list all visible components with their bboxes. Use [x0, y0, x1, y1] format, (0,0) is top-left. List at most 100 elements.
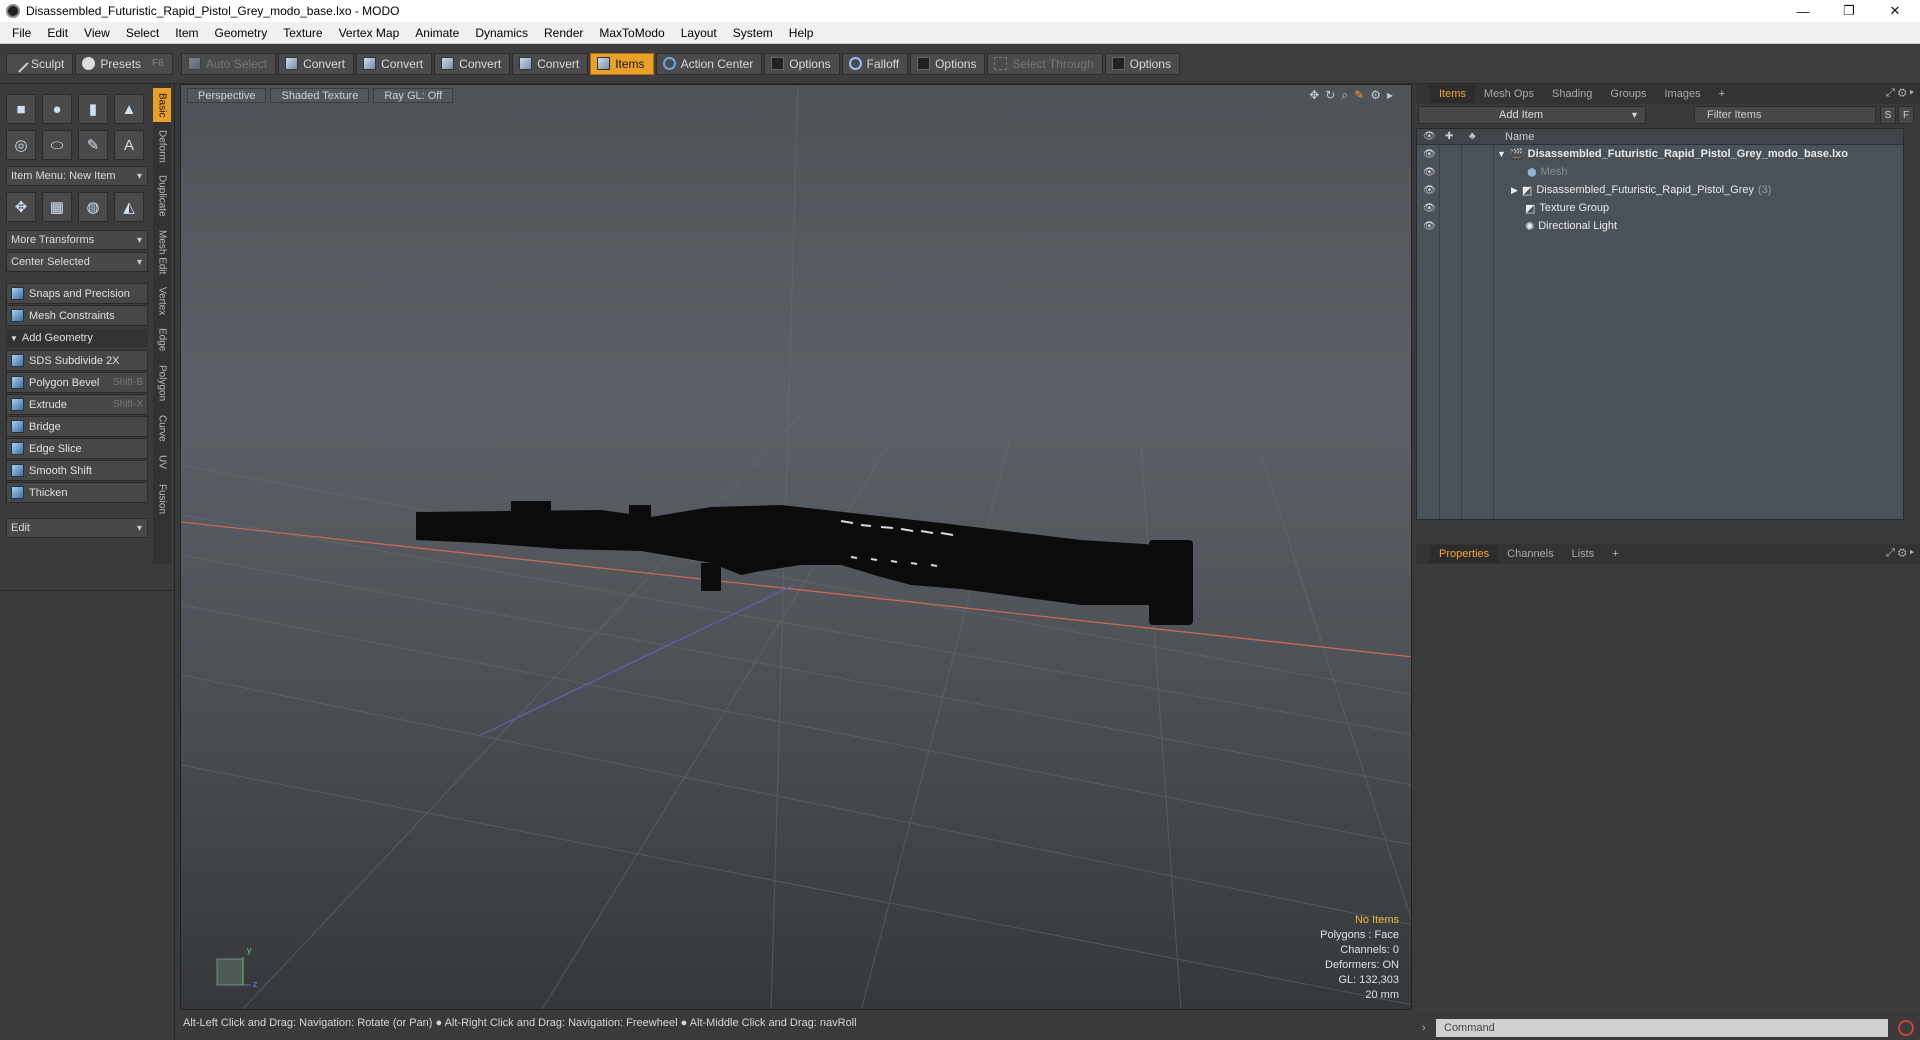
tree-row-scene[interactable]: 👁 ▼ 🎬 Disassembled_Futuristic_Rapid_Pistol…	[1417, 145, 1903, 163]
pyramid-icon[interactable]: ◭	[114, 192, 144, 222]
snaps-precision-button[interactable]: Snaps and Precision	[6, 283, 148, 304]
menu-animate[interactable]: Animate	[407, 26, 467, 40]
vtab-uv[interactable]: UV	[153, 450, 171, 474]
menu-geometry[interactable]: Geometry	[207, 26, 276, 40]
menu-system[interactable]: System	[725, 26, 781, 40]
zoom-icon[interactable]: ⌕	[1341, 88, 1348, 103]
grid-icon[interactable]: ▦	[42, 192, 72, 222]
tab-lists[interactable]: Lists	[1563, 545, 1604, 563]
sculpt-button[interactable]: Sculpt	[6, 52, 74, 75]
shaded-texture-tab[interactable]: Shaded Texture	[270, 88, 370, 103]
transform-icon[interactable]: ✥	[6, 192, 36, 222]
panel-options-icons[interactable]: ⤢ ⚙ ▸	[1886, 547, 1914, 560]
torus-icon[interactable]: ◎	[6, 130, 36, 160]
vtab-basic[interactable]: Basic	[153, 88, 171, 122]
tab-items[interactable]: Items	[1430, 85, 1475, 103]
vtab-deform[interactable]: Deform	[153, 126, 171, 166]
tool-extrude[interactable]: Extrude Shift-X	[6, 394, 148, 415]
vtab-polygon[interactable]: Polygon	[153, 360, 171, 406]
pen-icon[interactable]: ✎	[78, 130, 108, 160]
pistol-model[interactable]	[416, 501, 1193, 625]
item-menu-dropdown[interactable]: Item Menu: New Item	[6, 166, 148, 186]
visibility-eye-icon[interactable]: 👁	[1423, 203, 1436, 214]
add-geometry-header[interactable]: ▼ Add Geometry	[6, 329, 148, 347]
sphere-icon[interactable]: ●	[42, 94, 72, 124]
paint-icon[interactable]: ✎	[1354, 88, 1364, 103]
menu-render[interactable]: Render	[536, 26, 591, 40]
vtab-curve[interactable]: Curve	[153, 410, 171, 446]
tab-images[interactable]: Images	[1656, 85, 1710, 103]
ray-gl-tab[interactable]: Ray GL: Off	[373, 88, 454, 103]
expand-arrow-icon[interactable]: ▸	[1387, 88, 1393, 103]
tool-edge-slice[interactable]: Edge Slice	[6, 438, 148, 459]
filter-f-button[interactable]: F	[1898, 106, 1914, 124]
menu-maxtomodo[interactable]: MaxToModo	[591, 26, 672, 40]
tree-row-group[interactable]: 👁 ▶ ◩ Disassembled_Futuristic_Rapid_Pistol…	[1417, 181, 1903, 199]
menu-item[interactable]: Item	[167, 26, 206, 40]
filter-s-button[interactable]: S	[1880, 106, 1896, 124]
visibility-eye-icon[interactable]: 👁	[1423, 185, 1436, 196]
pan-icon[interactable]: ✥	[1309, 88, 1319, 103]
convert-vertices-button[interactable]: Convert	[278, 52, 355, 75]
tab-mesh-ops[interactable]: Mesh Ops	[1475, 85, 1543, 103]
menu-help[interactable]: Help	[781, 26, 822, 40]
name-column-header[interactable]: Name	[1505, 131, 1534, 143]
minimize-button[interactable]: —	[1780, 0, 1826, 22]
select-through-options-button[interactable]: Options	[1104, 52, 1180, 75]
add-item-dropdown[interactable]: Add Item	[1418, 106, 1646, 124]
settings-gear-icon[interactable]: ⚙	[1370, 88, 1381, 103]
tool-polygon-bevel[interactable]: Polygon Bevel Shift-B	[6, 372, 148, 393]
menu-texture[interactable]: Texture	[275, 26, 330, 40]
3d-viewport[interactable]: Perspective Shaded Texture Ray GL: Off ✥…	[180, 84, 1412, 1010]
text-icon[interactable]: A	[114, 130, 144, 160]
more-transforms-dropdown[interactable]: More Transforms	[6, 230, 148, 250]
tree-row-texture-group[interactable]: 👁 ◩ Texture Group	[1417, 199, 1903, 217]
visibility-eye-icon[interactable]: 👁	[1423, 167, 1436, 178]
falloff-button[interactable]: Falloff	[841, 52, 909, 75]
visibility-eye-icon[interactable]: 👁	[1423, 149, 1436, 160]
auto-select-button[interactable]: Auto Select	[180, 52, 277, 75]
capsule-icon[interactable]: ⬭	[42, 130, 72, 160]
action-center-options-button[interactable]: Options	[764, 52, 840, 75]
center-selected-dropdown[interactable]: Center Selected	[6, 252, 148, 272]
action-center-button[interactable]: Action Center	[655, 52, 763, 75]
vtab-edge[interactable]: Edge	[153, 324, 171, 356]
record-macro-icon[interactable]	[1898, 1020, 1914, 1036]
maximize-button[interactable]: ❐	[1826, 0, 1872, 22]
close-button[interactable]: ✕	[1872, 0, 1918, 22]
panel-options-icons[interactable]: ⤢ ⚙ ▸	[1886, 87, 1914, 100]
tab-shading[interactable]: Shading	[1543, 85, 1601, 103]
expand-triangle-icon[interactable]: ▶	[1511, 185, 1518, 196]
falloff-options-button[interactable]: Options	[910, 52, 986, 75]
command-input[interactable]: Command	[1436, 1019, 1888, 1037]
menu-edit[interactable]: Edit	[39, 26, 76, 40]
menu-layout[interactable]: Layout	[673, 26, 725, 40]
perspective-tab[interactable]: Perspective	[187, 88, 267, 103]
filter-items-input[interactable]: Filter Items	[1694, 106, 1876, 124]
globe-icon[interactable]: ◍	[78, 192, 108, 222]
cylinder-icon[interactable]: ▮	[78, 94, 108, 124]
rotate-icon[interactable]: ↻	[1325, 88, 1335, 103]
menu-file[interactable]: File	[4, 26, 39, 40]
vtab-duplicate[interactable]: Duplicate	[153, 170, 171, 222]
convert-materials-button[interactable]: Convert	[512, 52, 589, 75]
tree-row-mesh[interactable]: 👁 ⬢ Mesh	[1417, 163, 1903, 181]
menu-vertex-map[interactable]: Vertex Map	[331, 26, 408, 40]
menu-dynamics[interactable]: Dynamics	[467, 26, 536, 40]
tab-groups[interactable]: Groups	[1601, 85, 1655, 103]
menu-select[interactable]: Select	[118, 26, 167, 40]
vtab-fusion[interactable]: Fusion	[153, 478, 171, 520]
tool-thicken[interactable]: Thicken	[6, 482, 148, 503]
edit-dropdown[interactable]: Edit	[6, 518, 148, 538]
convert-polygons-button[interactable]: Convert	[434, 52, 511, 75]
tab-properties[interactable]: Properties	[1430, 545, 1499, 563]
add-tab-icon[interactable]: +	[1710, 85, 1734, 103]
tab-channels[interactable]: Channels	[1498, 545, 1562, 563]
convert-edges-button[interactable]: Convert	[356, 52, 433, 75]
cone-icon[interactable]: ▲	[114, 94, 144, 124]
tool-smooth-shift[interactable]: Smooth Shift	[6, 460, 148, 481]
items-mode-button[interactable]: Items	[590, 52, 654, 75]
mesh-constraints-button[interactable]: Mesh Constraints	[6, 305, 148, 326]
cube-icon[interactable]: ■	[6, 94, 36, 124]
vtab-mesh-edit[interactable]: Mesh Edit	[153, 226, 171, 278]
